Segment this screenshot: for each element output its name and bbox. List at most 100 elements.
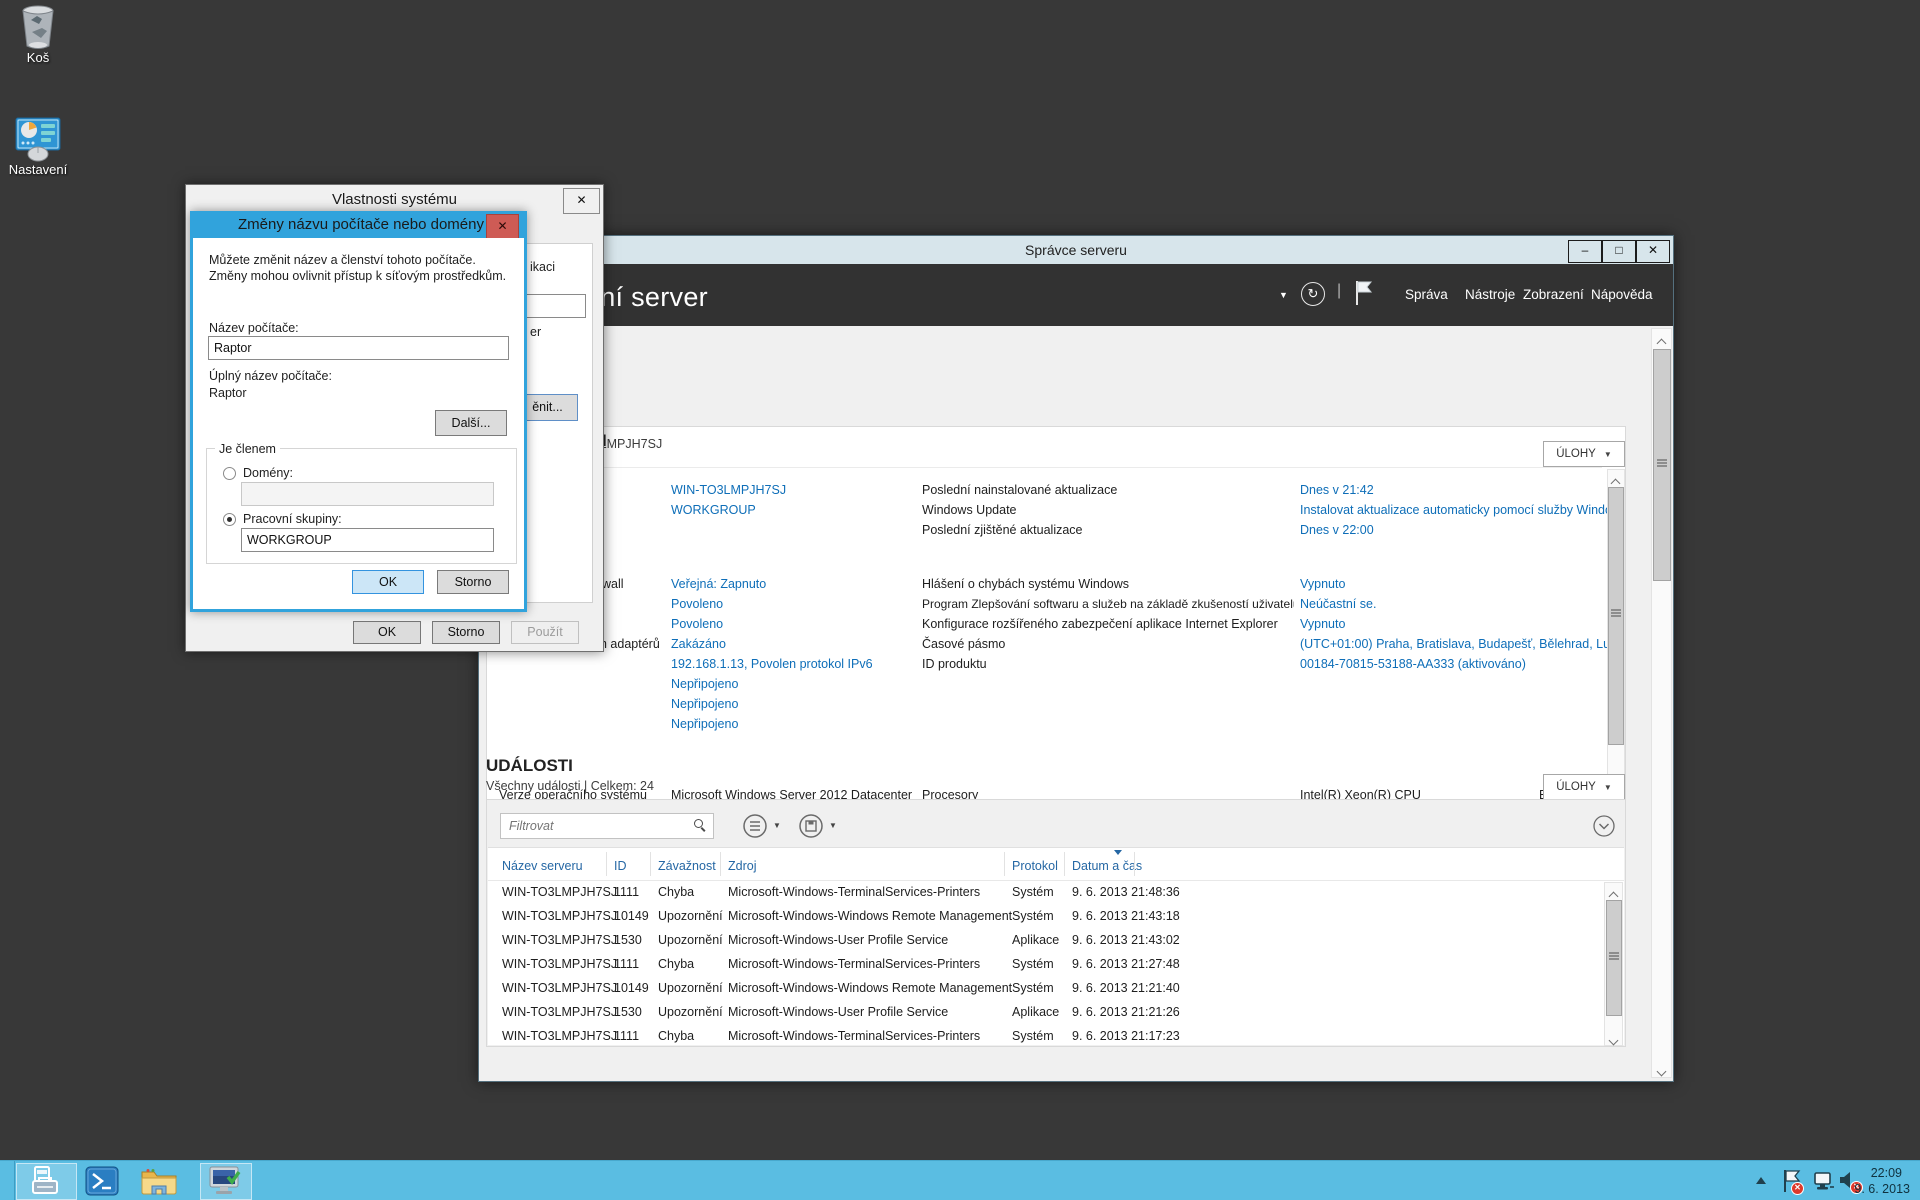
prop-processors-1: Intel(R) Xeon(R) CPU bbox=[1300, 788, 1421, 799]
properties-vscrollbar[interactable] bbox=[1607, 469, 1625, 803]
prop-label-error-reporting: Hlášení o chybách systému Windows bbox=[922, 577, 1130, 591]
chevron-down-icon[interactable]: ▼ bbox=[773, 821, 781, 830]
group-label: Je členem bbox=[215, 441, 280, 457]
prop-remote-desktop[interactable]: Povoleno bbox=[671, 617, 723, 631]
prop-clipped-row: Verze operačního systému Microsoft Windo… bbox=[487, 788, 1613, 799]
table-row[interactable]: WIN-TO3LMPJH7SJ 1530 Upozornění Microsof… bbox=[488, 933, 1600, 957]
breadcrumb-dropdown-icon[interactable]: ▼ bbox=[1279, 290, 1288, 300]
divider bbox=[499, 467, 1602, 468]
cell-source: Microsoft-Windows-TerminalServices-Print… bbox=[728, 957, 981, 971]
cell-severity: Chyba bbox=[658, 1029, 695, 1043]
refresh-icon[interactable]: ↻ bbox=[1301, 282, 1325, 306]
table-row[interactable]: WIN-TO3LMPJH7SJ 10149 Upozornění Microso… bbox=[488, 981, 1600, 1005]
prop-windows-update[interactable]: Instalovat aktualizace automaticky pomoc… bbox=[1300, 503, 1610, 517]
desktop-icon-settings[interactable]: Nastavení bbox=[6, 116, 70, 177]
prop-workgroup[interactable]: WORKGROUP bbox=[671, 503, 756, 517]
table-row[interactable]: WIN-TO3LMPJH7SJ 1111 Chyba Microsoft-Win… bbox=[488, 1029, 1600, 1044]
col-header-log[interactable]: Protokol bbox=[1012, 859, 1058, 873]
tray-expand-icon[interactable] bbox=[1756, 1177, 1766, 1184]
taskbar-file-explorer-button[interactable] bbox=[140, 1166, 178, 1200]
col-header-severity[interactable]: Závažnost bbox=[658, 859, 716, 873]
minimize-button[interactable]: – bbox=[1568, 240, 1602, 263]
powershell-icon bbox=[85, 1166, 119, 1196]
workgroup-input[interactable] bbox=[241, 528, 494, 552]
domain-radio[interactable] bbox=[223, 467, 236, 480]
taskbar-server-manager-button[interactable] bbox=[16, 1163, 77, 1200]
close-icon[interactable]: ✕ bbox=[563, 188, 600, 214]
prop-ie-esc[interactable]: Vypnuto bbox=[1300, 617, 1345, 631]
prop-timezone[interactable]: (UTC+01:00) Praha, Bratislava, Budapešť,… bbox=[1300, 637, 1612, 651]
scroll-down-icon[interactable] bbox=[1608, 1031, 1619, 1049]
table-row[interactable]: WIN-TO3LMPJH7SJ 1111 Chyba Microsoft-Win… bbox=[488, 957, 1600, 981]
events-panel: ▼ ▼ Název serveru ID Závažnost bbox=[486, 799, 1626, 1047]
col-header-datetime[interactable]: Datum a čas bbox=[1072, 859, 1142, 873]
computer-name-input[interactable] bbox=[208, 336, 509, 360]
events-vscrollbar[interactable] bbox=[1604, 882, 1623, 1046]
notifications-flag-icon[interactable] bbox=[1353, 279, 1375, 307]
taskbar-separator bbox=[14, 1161, 15, 1200]
events-tasks-button[interactable]: ÚLOHY ▼ bbox=[1543, 774, 1625, 800]
prop-ceip[interactable]: Neúčastní se. bbox=[1300, 597, 1376, 611]
ok-button[interactable]: OK bbox=[352, 570, 424, 594]
menu-sprava[interactable]: Správa bbox=[1405, 287, 1448, 302]
cell-severity: Upozornění bbox=[658, 981, 723, 995]
prop-error-reporting[interactable]: Vypnuto bbox=[1300, 577, 1345, 591]
prop-adapter-2[interactable]: Nepřipojeno bbox=[671, 697, 738, 711]
server-manager-titlebar[interactable]: Správce serveru – □ ✕ bbox=[479, 236, 1673, 265]
cancel-button[interactable]: Storno bbox=[432, 621, 500, 644]
window-vscrollbar[interactable] bbox=[1651, 328, 1672, 1078]
col-header-id[interactable]: ID bbox=[614, 859, 627, 873]
menu-nastroje[interactable]: Nástroje bbox=[1465, 287, 1515, 302]
scroll-down-icon[interactable] bbox=[1656, 1062, 1667, 1080]
close-icon[interactable]: ✕ bbox=[486, 214, 519, 239]
save-query-icon[interactable] bbox=[798, 813, 824, 839]
scroll-thumb[interactable] bbox=[1653, 349, 1671, 581]
prop-adapter-1[interactable]: Nepřipojeno bbox=[671, 677, 738, 691]
maximize-button[interactable]: □ bbox=[1602, 240, 1636, 263]
close-button[interactable]: ✕ bbox=[1636, 240, 1670, 263]
menu-napoveda[interactable]: Nápověda bbox=[1591, 287, 1653, 302]
prop-label-ie-esc: Konfigurace rozšířeného zabezpečení apli… bbox=[922, 617, 1278, 631]
desktop-icon-recycle-bin[interactable]: Koš bbox=[10, 4, 66, 65]
chevron-down-icon[interactable]: ▼ bbox=[829, 821, 837, 830]
domain-input[interactable] bbox=[241, 482, 494, 506]
apply-button[interactable]: Použít bbox=[511, 621, 579, 644]
prop-remote-mgmt[interactable]: Povoleno bbox=[671, 597, 723, 611]
dialog-description: Můžete změnit název a členství tohoto po… bbox=[209, 253, 507, 283]
workgroup-radio[interactable] bbox=[223, 513, 236, 526]
taskbar-system-properties-button[interactable] bbox=[200, 1163, 252, 1200]
cell-severity: Upozornění bbox=[658, 1005, 723, 1019]
col-header-source[interactable]: Zdroj bbox=[728, 859, 756, 873]
prop-firewall[interactable]: Veřejná: Zapnuto bbox=[671, 577, 766, 591]
cell-source: Microsoft-Windows-User Profile Service bbox=[728, 933, 949, 947]
prop-label-last-updates: Poslední nainstalované aktualizace bbox=[922, 483, 1118, 497]
menu-zobrazeni[interactable]: Zobrazení bbox=[1523, 287, 1584, 302]
events-filter-input[interactable] bbox=[500, 813, 714, 839]
cancel-button[interactable]: Storno bbox=[437, 570, 509, 594]
prop-checked-updates[interactable]: Dnes v 22:00 bbox=[1300, 523, 1374, 537]
search-icon bbox=[694, 819, 704, 829]
col-header-server[interactable]: Název serveru bbox=[502, 859, 583, 873]
prop-computer-name[interactable]: WIN-TO3LMPJH7SJ bbox=[671, 483, 786, 497]
prop-product-id[interactable]: 00184-70815-53188-AA333 (aktivováno) bbox=[1300, 657, 1526, 671]
table-row[interactable]: WIN-TO3LMPJH7SJ 1111 Chyba Microsoft-Win… bbox=[488, 885, 1600, 909]
prop-nic-teaming[interactable]: Zakázáno bbox=[671, 637, 726, 651]
cell-datetime: 9. 6. 2013 21:17:23 bbox=[1072, 1029, 1180, 1043]
more-button[interactable]: Další... bbox=[435, 410, 507, 436]
prop-ethernet[interactable]: 192.168.1.13, Povolen protokol IPv6 bbox=[671, 657, 873, 671]
scroll-thumb[interactable] bbox=[1606, 900, 1622, 1016]
table-row[interactable]: WIN-TO3LMPJH7SJ 10149 Upozornění Microso… bbox=[488, 909, 1600, 933]
tray-action-center-icon[interactable]: ✕ bbox=[1782, 1169, 1804, 1195]
filter-list-icon[interactable] bbox=[742, 813, 768, 839]
collapse-section-icon[interactable] bbox=[1592, 814, 1616, 838]
ok-button[interactable]: OK bbox=[353, 621, 421, 644]
taskbar-powershell-button[interactable] bbox=[85, 1165, 119, 1200]
prop-label-product-id: ID produktu bbox=[922, 657, 987, 671]
prop-last-updates[interactable]: Dnes v 21:42 bbox=[1300, 483, 1374, 497]
table-row[interactable]: WIN-TO3LMPJH7SJ 1530 Upozornění Microsof… bbox=[488, 1005, 1600, 1029]
taskbar-clock[interactable]: 22:09 9. 6. 2013 bbox=[1830, 1165, 1910, 1197]
recycle-bin-icon bbox=[22, 5, 54, 49]
properties-tasks-button[interactable]: ÚLOHY ▼ bbox=[1543, 441, 1625, 467]
scroll-thumb[interactable] bbox=[1608, 487, 1624, 745]
prop-adapter-3[interactable]: Nepřipojeno bbox=[671, 717, 738, 731]
